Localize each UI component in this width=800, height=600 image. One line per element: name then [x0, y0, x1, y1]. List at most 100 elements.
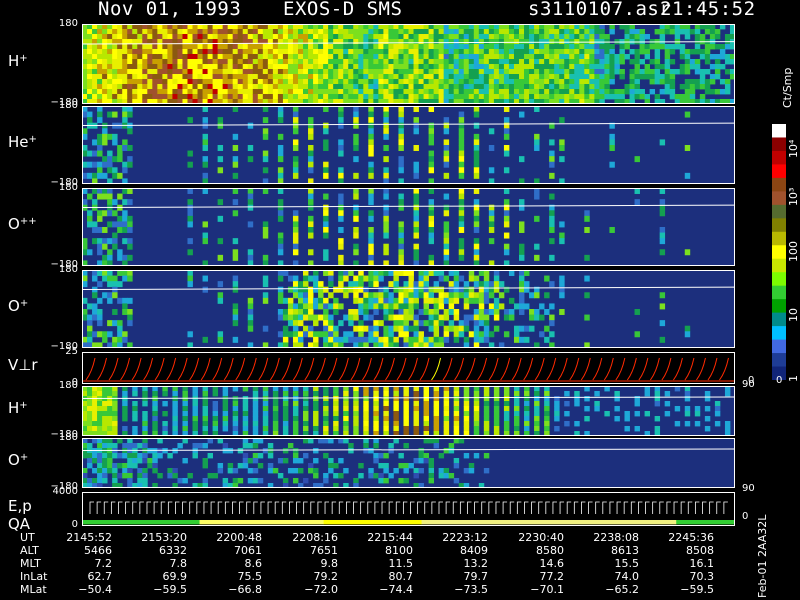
footer-cell: 79.7: [463, 570, 489, 583]
footer-cell: 74.0: [614, 570, 640, 583]
spectrogram-page: Nov 01, 1993 EXOS-D SMS s3110107.asr 21:…: [0, 0, 800, 600]
footer-cell: 5466: [84, 544, 112, 557]
panel-3-label: O++: [8, 215, 37, 233]
panel-8-label2: QA: [8, 515, 31, 533]
colorbar-swatch: [772, 177, 786, 192]
colorbar-swatch: [772, 258, 786, 273]
footer-cell: 15.5: [614, 557, 640, 570]
colorbar-swatch: [772, 326, 786, 341]
header-file: s3110107.asr: [528, 0, 672, 20]
panel-5-plot: [82, 352, 735, 384]
footer-cell: −74.4: [379, 583, 413, 596]
colorbar-swatch: [772, 137, 786, 152]
colorbar-swatch: [772, 191, 786, 206]
panel-8-tick-top: 4000: [52, 486, 78, 497]
panel-7-plot: [82, 438, 735, 488]
colorbar-swatch: [772, 124, 786, 138]
panel-1-tick-top: 180: [58, 18, 78, 29]
header-date: Nov 01, 1993: [98, 0, 242, 20]
colorbar-tick-2: 100: [787, 241, 800, 262]
footer-cell: 2223:12: [442, 531, 488, 544]
footer-cell: 7.8: [169, 557, 188, 570]
footer-cell: 11.5: [388, 557, 414, 570]
footer-row-label-mlat: MLat: [20, 583, 47, 596]
panel-4-label: O+: [8, 297, 29, 315]
colorbar-tick-1: 10³: [787, 187, 800, 206]
header-time: 21:45:52: [660, 0, 756, 20]
panel-8-plot: [82, 492, 735, 526]
footer-cell: −59.5: [153, 583, 187, 596]
panel-3-tick-top: 180: [58, 182, 78, 193]
footer-cell: 2200:48: [216, 531, 262, 544]
footer-cell: 62.7: [87, 570, 113, 583]
footer-cell: 16.1: [689, 557, 715, 570]
footer-cell: 8580: [536, 544, 564, 557]
panel-2-label-sup: +: [28, 134, 37, 145]
panel-4-tick-top: 180: [58, 264, 78, 275]
footer-cell: 8409: [460, 544, 488, 557]
colorbar-swatch: [772, 353, 786, 368]
colorbar-tick-3: 10: [787, 308, 800, 322]
footer-cell: 2153:20: [141, 531, 187, 544]
panel-6-plot: [82, 386, 735, 436]
colorbar-swatch: [772, 272, 786, 287]
footer-cell: −66.8: [228, 583, 262, 596]
panel-3-plot: [82, 188, 735, 266]
colorbar-swatch: [772, 218, 786, 233]
colorbar-swatch: [772, 245, 786, 260]
colorbar-swatch: [772, 150, 786, 165]
colorbar: [772, 124, 786, 380]
panel-7-label-sup: +: [19, 452, 29, 463]
panel-4-label-sup: +: [19, 298, 29, 309]
panel-6-tick-top: 180: [58, 380, 78, 391]
footer-cell: −65.2: [605, 583, 639, 596]
panel-7-label: O+: [8, 451, 29, 469]
footer-cell: 70.3: [689, 570, 715, 583]
footer-cell: 2230:40: [518, 531, 564, 544]
footer-cell: 8508: [686, 544, 714, 557]
colorbar-unit: Ct/Smp: [781, 67, 794, 108]
footer-cell: 8100: [385, 544, 413, 557]
footer-cell: 6332: [159, 544, 187, 557]
footer-cell: −70.1: [530, 583, 564, 596]
panel-5-tick-right2: 0: [748, 375, 755, 386]
panel-5-tick-top: 25: [65, 346, 78, 357]
panel-6-label: H+: [8, 399, 28, 417]
footer-cell: 8.6: [244, 557, 263, 570]
footer-cell: 79.2: [313, 570, 339, 583]
panel-4-plot: [82, 270, 735, 348]
panel-8-tick-bottom: 0: [71, 519, 78, 530]
footer-cell: 2215:44: [367, 531, 413, 544]
footer-cell: 14.6: [539, 557, 565, 570]
footer-cell: 8613: [611, 544, 639, 557]
panel-6-label-sup: +: [19, 400, 28, 411]
colorbar-swatch: [772, 164, 786, 179]
colorbar-tick-0: 10⁴: [787, 139, 800, 158]
footer-cell: 2145:52: [66, 531, 112, 544]
footer-row-label-alt: ALT: [20, 544, 39, 557]
panel-7-tick-right: 90: [742, 483, 755, 494]
colorbar-swatch: [772, 339, 786, 354]
footer-cell: 2208:16: [292, 531, 338, 544]
panel-5-label: V⊥r: [8, 356, 38, 374]
panel-1-label-sup: +: [19, 53, 28, 64]
colorbar-swatch: [772, 312, 786, 327]
panel-3-label-sup: ++: [19, 216, 37, 227]
footer-cell: 75.5: [237, 570, 263, 583]
colorbar-swatch: [772, 231, 786, 246]
footer-cell: 77.2: [539, 570, 565, 583]
footer-cell: 7651: [310, 544, 338, 557]
footer-cell: 9.8: [320, 557, 339, 570]
footer-cell: 13.2: [463, 557, 489, 570]
panel-2-plot: [82, 106, 735, 184]
panel-7-tick-top: 180: [58, 432, 78, 443]
footer-cell: 7.2: [94, 557, 113, 570]
footer-cell: −59.5: [680, 583, 714, 596]
panel-1-plot: [82, 24, 735, 104]
colorbar-tick-4: 1: [787, 375, 800, 382]
footer-cell: 2245:36: [668, 531, 714, 544]
panel-8-tick-right: 0: [742, 511, 749, 522]
panel-2-label: He+: [8, 133, 37, 151]
panel-1-label: H+: [8, 52, 28, 70]
footer-cell: 69.9: [162, 570, 188, 583]
